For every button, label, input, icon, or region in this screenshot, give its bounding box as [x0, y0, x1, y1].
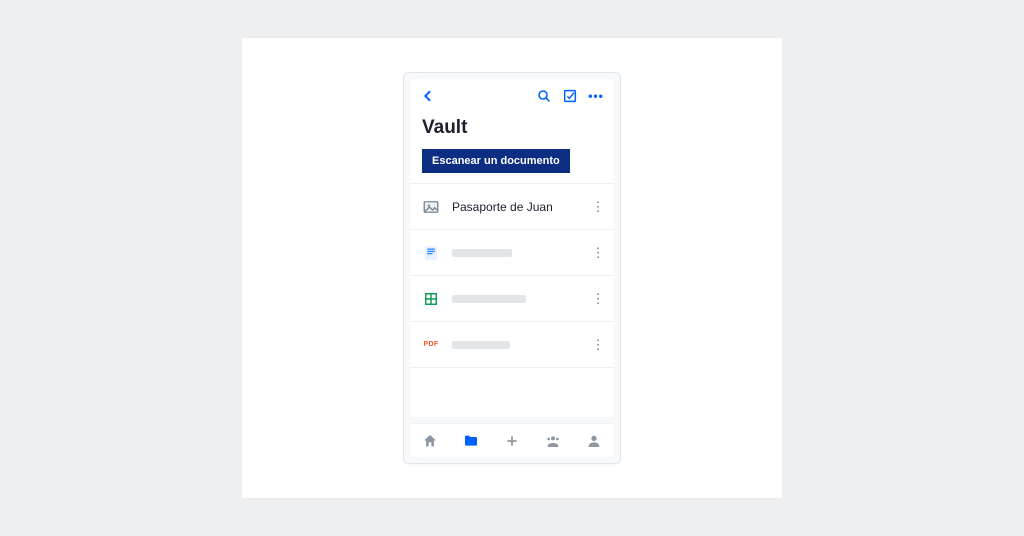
back-button[interactable]: [418, 86, 438, 106]
app-screen: ••• Vault Escanear un documento Pasaport…: [410, 79, 614, 417]
checkbox-icon: [562, 88, 578, 104]
tab-files[interactable]: [460, 430, 482, 452]
page-title: Vault: [410, 113, 614, 149]
doc-icon: [422, 244, 440, 262]
photos-icon: [545, 433, 561, 449]
file-row[interactable]: ⋮: [410, 230, 614, 276]
file-name-placeholder: [452, 249, 578, 257]
plus-icon: [504, 433, 520, 449]
file-name: Pasaporte de Juan: [452, 200, 578, 214]
file-name-placeholder: [452, 295, 578, 303]
file-list: Pasaporte de Juan ⋮ ⋮: [410, 183, 614, 368]
file-row[interactable]: PDF ⋮: [410, 322, 614, 368]
file-name-placeholder: [452, 341, 578, 349]
person-icon: [586, 433, 602, 449]
chevron-left-icon: [420, 88, 436, 104]
tab-add[interactable]: [501, 430, 523, 452]
select-button[interactable]: [560, 86, 580, 106]
bottom-tab-bar: [410, 423, 614, 457]
scan-document-button[interactable]: Escanear un documento: [422, 149, 570, 173]
row-menu-button[interactable]: ⋮: [590, 197, 606, 217]
row-menu-button[interactable]: ⋮: [590, 243, 606, 263]
tab-home[interactable]: [419, 430, 441, 452]
ellipsis-icon: •••: [588, 90, 604, 102]
row-menu-button[interactable]: ⋮: [590, 335, 606, 355]
phone-frame: ••• Vault Escanear un documento Pasaport…: [403, 72, 621, 464]
row-menu-button[interactable]: ⋮: [590, 289, 606, 309]
pdf-icon: PDF: [422, 336, 440, 354]
screenshot-card: ••• Vault Escanear un documento Pasaport…: [242, 38, 782, 498]
search-button[interactable]: [534, 86, 554, 106]
tab-account[interactable]: [583, 430, 605, 452]
file-row[interactable]: ⋮: [410, 276, 614, 322]
top-bar: •••: [410, 79, 614, 113]
image-icon: [422, 198, 440, 216]
search-icon: [536, 88, 552, 104]
file-row[interactable]: Pasaporte de Juan ⋮: [410, 184, 614, 230]
folder-icon: [463, 433, 479, 449]
home-icon: [422, 433, 438, 449]
sheet-icon: [422, 290, 440, 308]
tab-photos[interactable]: [542, 430, 564, 452]
more-button[interactable]: •••: [586, 86, 606, 106]
